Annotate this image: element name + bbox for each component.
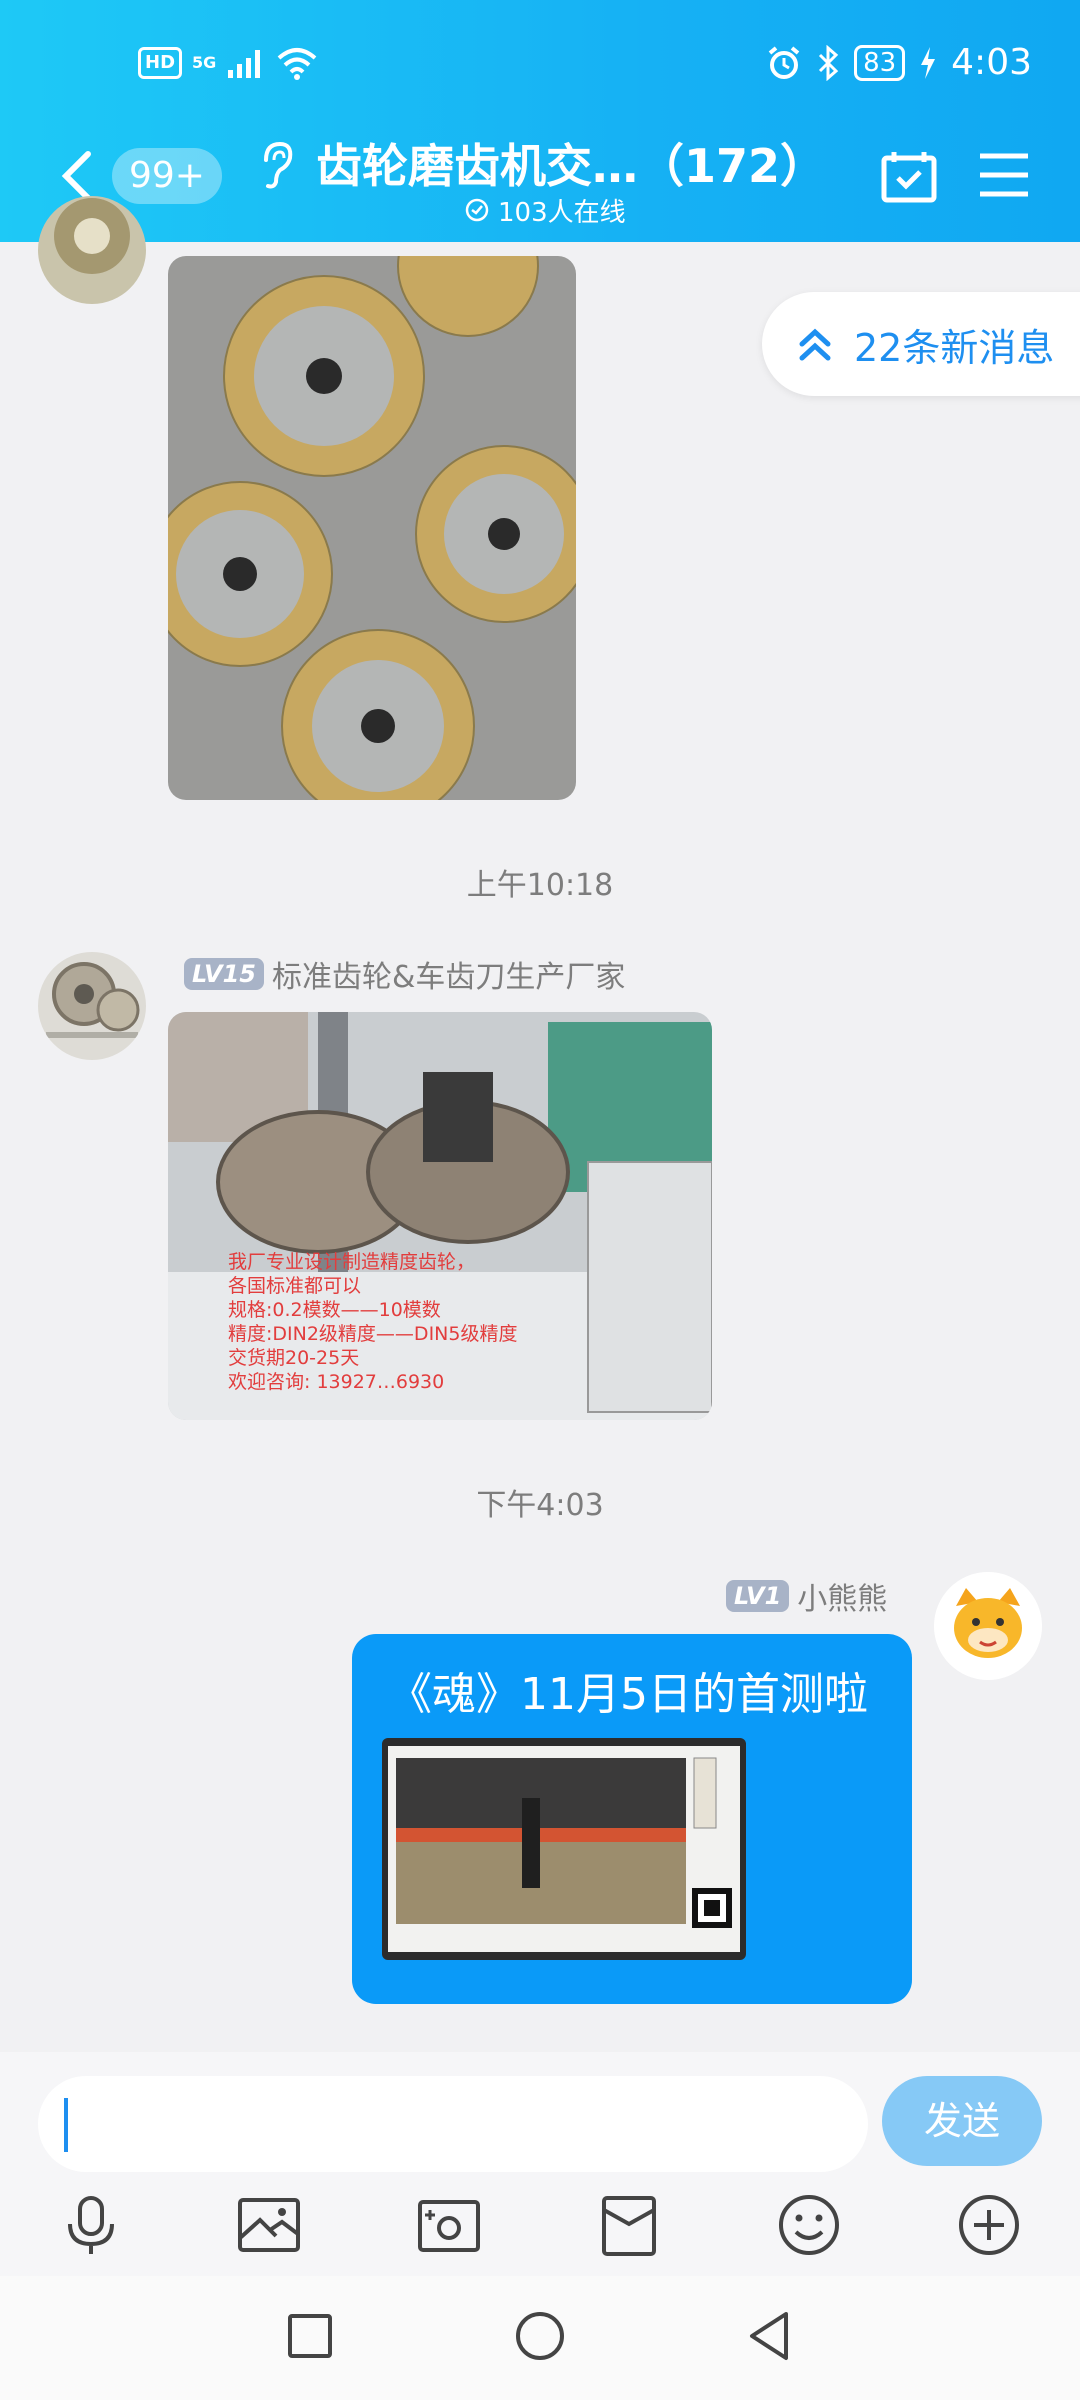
clock: 4:03 [951, 42, 1032, 83]
battery-level: 83 [854, 44, 906, 81]
avatar-self[interactable] [934, 1572, 1042, 1680]
red-packet-icon[interactable] [596, 2192, 662, 2258]
wifi-icon [277, 48, 317, 80]
network-type: 5G [192, 53, 217, 72]
new-messages-button[interactable]: 22条新消息 [762, 292, 1080, 396]
chat-header: HD 5G 83 4:03 99+ 齿轮磨齿机交…（172） 103人在线 [0, 0, 1080, 242]
sender-line-self: LV1 小熊熊 [726, 1574, 887, 1618]
timestamp: 上午10:18 [466, 868, 614, 903]
alarm-icon [768, 45, 800, 79]
caption-line: 精度:DIN2级精度——DIN5级精度 [228, 1323, 518, 1345]
microphone-icon[interactable] [58, 2192, 124, 2258]
sender-line: LV15 标准齿轮&车齿刀生产厂家 [184, 952, 625, 996]
bluetooth-icon [819, 44, 839, 81]
caption-line: 我厂专业设计制造精度齿轮， [228, 1251, 476, 1273]
photo-caption-overlay: 我厂专业设计制造精度齿轮， 各国标准都可以 规格:0.2模数——10模数 精度:… [228, 1250, 517, 1394]
send-button[interactable]: 发送 [882, 2076, 1042, 2166]
avatar-gear-user[interactable] [38, 196, 146, 304]
timestamp: 下午4:03 [476, 1488, 604, 1523]
online-status: 103人在线 [464, 192, 626, 228]
caption-line: 欢迎咨询: 13927…6930 [228, 1371, 445, 1393]
caption-line: 交货期20-25天 [228, 1347, 360, 1369]
input-area: 发送 [0, 2052, 1080, 2276]
message-input[interactable] [38, 2076, 868, 2172]
signal-icon [228, 50, 261, 78]
online-count: 103人在线 [498, 197, 626, 228]
new-messages-label: 22条新消息 [854, 325, 1055, 370]
sender-name[interactable]: 标准齿轮&车齿刀生产厂家 [272, 952, 625, 996]
status-right: 83 4:03 [766, 42, 1032, 83]
message-text: 《魂》11月5日的首测啦 [388, 1669, 868, 1720]
game-promo-image[interactable] [382, 1738, 746, 1960]
sender-name[interactable]: 小熊熊 [797, 1574, 887, 1618]
avatar-gear-manufacturer[interactable] [38, 952, 146, 1060]
text-caret [64, 2098, 68, 2152]
ear-icon[interactable] [260, 140, 294, 190]
gear-machine-photo-message[interactable]: 我厂专业设计制造精度齿轮， 各国标准都可以 规格:0.2模数——10模数 精度:… [168, 1012, 712, 1420]
message-bubble-self[interactable]: 《魂》11月5日的首测啦 [352, 1634, 912, 2004]
home-icon[interactable] [512, 2308, 568, 2364]
caption-line: 各国标准都可以 [228, 1275, 362, 1297]
caption-line: 规格:0.2模数——10模数 [228, 1299, 441, 1321]
calendar-check-icon[interactable] [880, 148, 938, 204]
level-badge: LV1 [726, 1580, 790, 1612]
status-bar: HD 5G 83 4:03 [0, 38, 1080, 94]
menu-icon[interactable] [978, 150, 1030, 200]
unread-count-badge[interactable]: 99+ [112, 148, 222, 204]
back-nav-icon[interactable] [742, 2308, 798, 2364]
charging-icon [921, 46, 936, 79]
nav-bar: 99+ 齿轮磨齿机交…（172） 103人在线 [0, 130, 1080, 228]
camera-icon[interactable] [416, 2192, 482, 2258]
gear-photo-message[interactable] [168, 256, 576, 800]
plus-icon[interactable] [956, 2192, 1022, 2258]
double-chevron-up-icon [799, 328, 831, 361]
recents-icon[interactable] [282, 2308, 338, 2364]
status-left: HD 5G [138, 46, 318, 80]
hd-indicator: HD [138, 47, 183, 79]
level-badge: LV15 [184, 958, 264, 990]
system-navigation-bar [0, 2276, 1080, 2400]
image-icon[interactable] [236, 2192, 302, 2258]
emoji-icon[interactable] [776, 2192, 842, 2258]
check-circle-icon [465, 198, 489, 222]
group-title[interactable]: 齿轮磨齿机交…（172） [316, 130, 826, 193]
